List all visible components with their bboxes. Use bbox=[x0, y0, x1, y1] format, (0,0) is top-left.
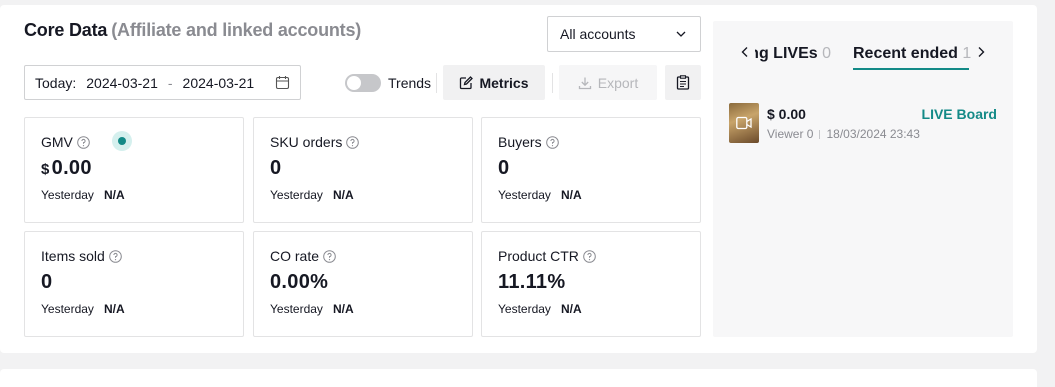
toolbar-divider bbox=[436, 73, 437, 93]
help-icon[interactable] bbox=[77, 135, 90, 149]
chevron-down-icon bbox=[676, 31, 686, 37]
tab-ongoing-count: 0 bbox=[822, 45, 831, 62]
tab-ongoing-label: Ongoing LIVEs bbox=[755, 45, 818, 62]
metrics-button[interactable]: Metrics bbox=[443, 65, 545, 100]
tab-ongoing-content: Ongoing LIVEs 0 bbox=[755, 45, 831, 62]
metric-name: GMV bbox=[41, 134, 243, 150]
clipboard-icon bbox=[676, 75, 690, 90]
compare-value: N/A bbox=[560, 302, 582, 316]
metric-label: GMV bbox=[41, 134, 73, 150]
currency-symbol: $ bbox=[41, 161, 50, 178]
calendar-icon bbox=[275, 76, 290, 90]
compare-label: Yesterday bbox=[41, 302, 94, 316]
help-icon[interactable] bbox=[583, 249, 596, 263]
metric-card-co-rate[interactable]: CO rate 0.00% Yesterday N/A bbox=[253, 231, 473, 337]
help-icon[interactable] bbox=[346, 135, 360, 149]
tab-recent-ended[interactable]: Recent ended 1 bbox=[853, 45, 971, 63]
metric-card-product-ctr[interactable]: Product CTR 11.11% Yesterday N/A bbox=[481, 231, 701, 337]
metric-name: Buyers bbox=[498, 134, 700, 150]
live-thumbnail bbox=[729, 103, 759, 143]
metric-name: SKU orders bbox=[270, 134, 472, 150]
metric-card-sku-orders[interactable]: SKU orders 0 Yesterday N/A bbox=[253, 117, 473, 223]
metric-value: 0 bbox=[270, 157, 282, 179]
chevron-right-icon[interactable] bbox=[974, 45, 988, 59]
metric-value: 0 bbox=[498, 157, 510, 179]
date-range-end: 2024-03-21 bbox=[182, 74, 255, 91]
metric-value: 0.00% bbox=[270, 271, 329, 293]
live-datetime: 18/03/2024 23:43 bbox=[826, 127, 920, 141]
page-title: Core Data (Affiliate and linked accounts) bbox=[24, 20, 361, 41]
metric-label: Product CTR bbox=[498, 248, 579, 264]
help-icon[interactable] bbox=[109, 249, 122, 263]
date-range-picker[interactable]: Today: 2024-03-21 - 2024-03-21 bbox=[24, 65, 301, 100]
selected-indicator-icon bbox=[112, 131, 132, 151]
compare-value: N/A bbox=[332, 188, 354, 202]
edit-icon bbox=[460, 75, 474, 89]
metric-card-gmv[interactable]: GMV $0.00 Yesterday N/A bbox=[24, 117, 244, 223]
metric-compare: Yesterday N/A bbox=[498, 188, 700, 202]
metric-name: CO rate bbox=[270, 248, 472, 264]
metric-label: SKU orders bbox=[270, 134, 343, 150]
compare-label: Yesterday bbox=[498, 188, 551, 202]
compare-value: N/A bbox=[560, 188, 582, 202]
help-icon[interactable] bbox=[323, 249, 336, 263]
compare-value: N/A bbox=[103, 302, 125, 316]
report-button[interactable] bbox=[665, 65, 701, 100]
date-range-label: Today: bbox=[35, 74, 77, 91]
date-range-start: 2024-03-21 bbox=[86, 74, 158, 91]
live-board-link[interactable]: LIVE Board bbox=[922, 106, 997, 122]
live-tabs: Ongoing LIVEs 0 Recent ended 1 bbox=[713, 41, 1013, 71]
live-gmv: $ 0.00 bbox=[767, 106, 806, 122]
trends-label: Trends bbox=[388, 75, 432, 91]
title-text: Core Data bbox=[24, 20, 108, 40]
account-select-value: All accounts bbox=[560, 26, 636, 42]
download-icon bbox=[578, 77, 591, 89]
metric-compare: Yesterday N/A bbox=[41, 188, 243, 202]
account-select[interactable]: All accounts bbox=[547, 16, 701, 52]
metric-card-items-sold[interactable]: Items sold 0 Yesterday N/A bbox=[24, 231, 244, 337]
metric-label: Items sold bbox=[41, 248, 105, 264]
compare-value: N/A bbox=[103, 188, 125, 202]
metric-compare: Yesterday N/A bbox=[498, 302, 700, 316]
metric-value-number: 0.00 bbox=[51, 157, 92, 179]
title-subtitle: (Affiliate and linked accounts) bbox=[111, 20, 362, 40]
compare-label: Yesterday bbox=[41, 188, 94, 202]
date-range-separator: - bbox=[167, 74, 173, 91]
metric-value: 0 bbox=[41, 271, 53, 293]
live-viewer-count: Viewer 0 bbox=[767, 127, 814, 141]
live-meta: Viewer 0 18/03/2024 23:43 bbox=[767, 127, 920, 141]
metric-compare: Yesterday N/A bbox=[41, 302, 243, 316]
active-tab-indicator bbox=[853, 68, 969, 70]
metric-label: CO rate bbox=[270, 248, 320, 264]
tab-ongoing-lives[interactable]: Ongoing LIVEs 0 bbox=[755, 45, 831, 63]
chevron-left-icon[interactable] bbox=[738, 45, 752, 59]
toggle-knob bbox=[347, 76, 361, 90]
help-icon[interactable] bbox=[545, 135, 559, 149]
export-button-label: Export bbox=[597, 74, 639, 91]
live-list-item[interactable]: $ 0.00 Viewer 0 18/03/2024 23:43 LIVE Boa… bbox=[729, 103, 999, 143]
compare-label: Yesterday bbox=[270, 188, 323, 202]
export-button[interactable]: Export bbox=[559, 65, 657, 100]
metric-label: Buyers bbox=[498, 134, 542, 150]
metric-compare: Yesterday N/A bbox=[270, 188, 472, 202]
compare-value: N/A bbox=[332, 302, 354, 316]
tab-recent-label: Recent ended bbox=[853, 45, 958, 62]
meta-divider bbox=[819, 130, 821, 139]
compare-label: Yesterday bbox=[270, 302, 323, 316]
metric-card-buyers[interactable]: Buyers 0 Yesterday N/A bbox=[481, 117, 701, 223]
toolbar-divider bbox=[552, 73, 553, 93]
compare-label: Yesterday bbox=[498, 302, 551, 316]
metric-value: 11.11% bbox=[498, 271, 566, 293]
metrics-button-label: Metrics bbox=[479, 74, 529, 91]
trends-toggle[interactable] bbox=[345, 74, 381, 92]
metric-value: $0.00 bbox=[41, 157, 243, 180]
video-icon bbox=[736, 116, 752, 130]
next-section-card bbox=[0, 369, 1037, 387]
metric-compare: Yesterday N/A bbox=[270, 302, 472, 316]
live-panel: Ongoing LIVEs 0 Recent ended 1 $ 0.00 Vi… bbox=[713, 21, 1013, 337]
metric-name: Items sold bbox=[41, 248, 243, 264]
metric-name: Product CTR bbox=[498, 248, 700, 264]
tab-recent-count: 1 bbox=[962, 45, 972, 62]
